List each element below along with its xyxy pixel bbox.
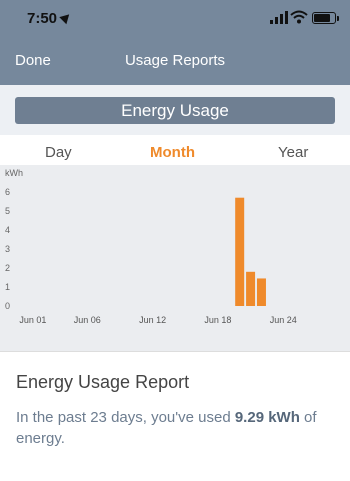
status-bar: 7:50: [0, 0, 350, 38]
tab-day[interactable]: Day: [45, 144, 72, 161]
x-tick-label: Jun 06: [74, 315, 101, 325]
app-header: 7:50 Done Usage Reports: [0, 0, 350, 85]
report-text-before: In the past 23 days, you've used: [16, 409, 235, 426]
location-arrow-icon: [59, 10, 73, 25]
usage-bar: [235, 197, 245, 306]
y-tick-label: 4: [5, 225, 10, 235]
usage-chart: kWh 0 1 2 3 4 5 6 Jun 01 Jun 06 Jun 12 Jun 18 Jun 24: [0, 165, 350, 351]
battery-icon: [312, 12, 336, 24]
report-amount: 9.29 kWh: [234, 409, 300, 426]
period-tabs: Day Month Year: [0, 138, 350, 166]
status-time: 7:50: [27, 10, 58, 27]
y-tick-label: 1: [5, 282, 10, 292]
usage-chart-svg: kWh 0 1 2 3 4 5 6 Jun 01 Jun 06 Jun 12 Jun 18 Jun 24: [5, 168, 297, 325]
cellular-signal-icon: [270, 11, 288, 24]
x-tick-label: Jun 01: [19, 315, 46, 325]
tab-year[interactable]: Year: [278, 144, 308, 161]
x-tick-label: Jun 18: [204, 315, 231, 325]
y-tick-label: 6: [5, 187, 10, 197]
report-section: Energy Usage Report In the past 23 days,…: [0, 351, 350, 481]
y-axis-unit-label: kWh: [5, 168, 23, 178]
report-summary: In the past 23 days, you've used 9.29 kW…: [16, 407, 336, 449]
tab-month[interactable]: Month: [150, 144, 195, 161]
y-tick-label: 3: [5, 244, 10, 254]
y-tick-label: 0: [5, 301, 10, 311]
battery-nub: [337, 16, 339, 21]
usage-bar: [256, 278, 266, 306]
x-tick-label: Jun 12: [139, 315, 166, 325]
report-title: Energy Usage Report: [16, 372, 190, 392]
wifi-icon: [290, 10, 308, 24]
y-tick-label: 2: [5, 263, 10, 273]
energy-usage-banner: Energy Usage: [15, 97, 335, 124]
usage-bar: [246, 271, 256, 306]
x-tick-label: Jun 24: [270, 315, 297, 325]
page-title: Usage Reports: [124, 52, 226, 69]
y-tick-label: 5: [5, 206, 10, 216]
